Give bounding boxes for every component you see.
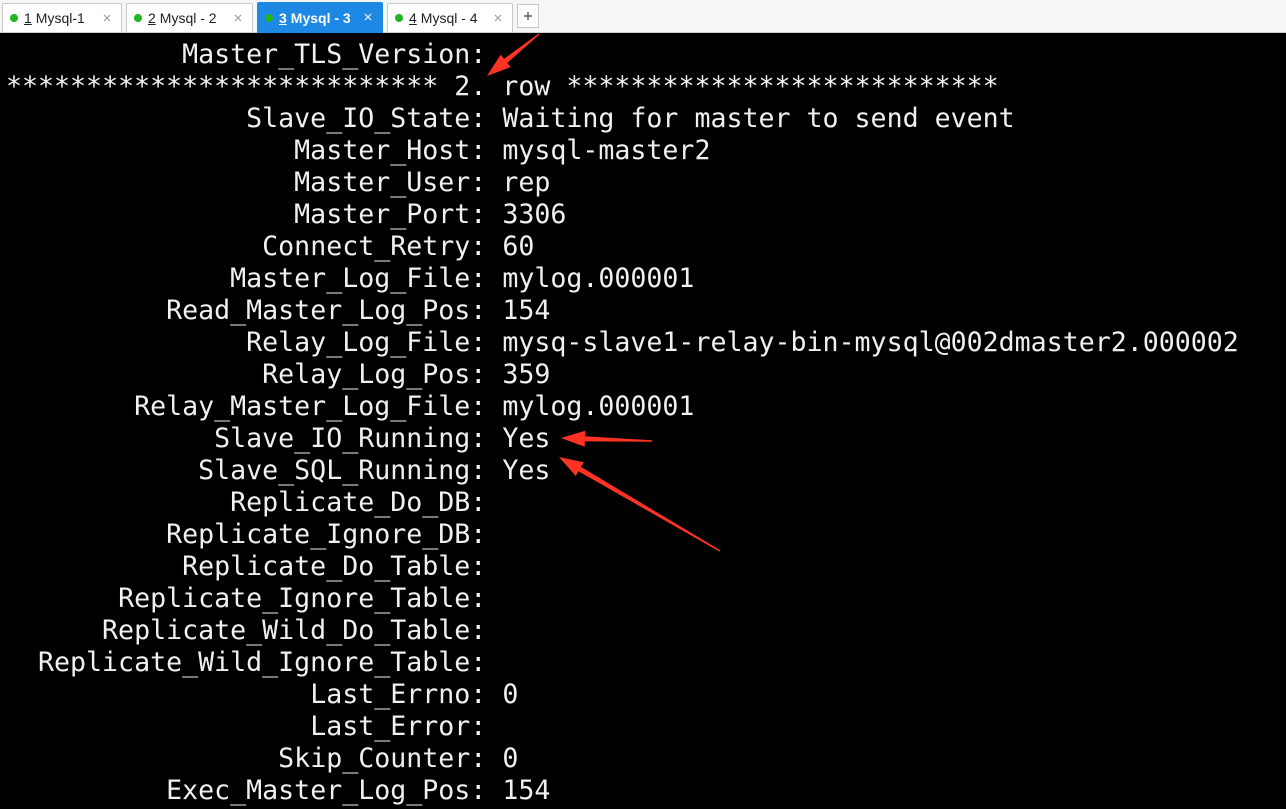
status-row-master-tls-version: Master_TLS_Version: xyxy=(6,39,1286,71)
field-label: Read_Master_Log_Pos: xyxy=(166,295,487,326)
tab-title: Mysql - 2 xyxy=(159,10,217,26)
field-value: Yes xyxy=(502,455,551,486)
tab-number: 1 xyxy=(24,10,32,26)
field-value: mysql-master2 xyxy=(502,135,711,166)
field-label: Connect_Retry: xyxy=(262,231,487,262)
field-value: 359 xyxy=(502,359,551,390)
field-label: Replicate_Ignore_Table: xyxy=(118,583,487,614)
field-label: Slave_SQL_Running: xyxy=(198,455,487,486)
status-row-last-error: Last_Error: xyxy=(6,711,1286,743)
field-label: Replicate_Wild_Ignore_Table: xyxy=(38,647,487,678)
tab-number: 4 xyxy=(409,10,417,26)
status-row-master-host: Master_Host: mysql-master2 xyxy=(6,135,1286,167)
field-label: Replicate_Ignore_DB: xyxy=(166,519,487,550)
field-value: 3306 xyxy=(502,199,567,230)
close-icon[interactable] xyxy=(364,13,372,21)
tab-number: 3 xyxy=(279,10,287,26)
field-value: 60 xyxy=(502,231,535,262)
field-label: Master_Log_File: xyxy=(230,263,487,294)
tab-mysql-1[interactable]: 1 Mysql-1 xyxy=(2,3,122,32)
field-value: mylog.000001 xyxy=(502,263,695,294)
tab-mysql-3[interactable]: 3 Mysql - 3 xyxy=(257,2,383,33)
field-label: Replicate_Do_Table: xyxy=(182,551,487,582)
connected-status-icon xyxy=(395,14,403,22)
field-label: Relay_Master_Log_File: xyxy=(134,391,487,422)
connected-status-icon xyxy=(134,14,142,22)
status-row-skip-counter: Skip_Counter: 0 xyxy=(6,743,1286,775)
status-row-replicate-wild-do-table: Replicate_Wild_Do_Table: xyxy=(6,615,1286,647)
field-label: Last_Errno: xyxy=(310,679,487,710)
status-row-replicate-do-table: Replicate_Do_Table: xyxy=(6,551,1286,583)
field-value: rep xyxy=(502,167,551,198)
field-value: mysq-slave1-relay-bin-mysql@002dmaster2.… xyxy=(502,327,1239,358)
status-row-relay-log-file: Relay_Log_File: mysq-slave1-relay-bin-my… xyxy=(6,327,1286,359)
status-row-replicate-ignore-table: Replicate_Ignore_Table: xyxy=(6,583,1286,615)
field-label: Exec_Master_Log_Pos: xyxy=(166,775,487,806)
status-row-read-master-log-pos: Read_Master_Log_Pos: 154 xyxy=(6,295,1286,327)
field-label: Relay_Log_File: xyxy=(246,327,487,358)
connected-status-icon xyxy=(10,14,18,22)
tab-bar: 1 Mysql-1 2 Mysql - 2 3 Mysql - 3 4 Mysq… xyxy=(0,0,1286,33)
status-row-connect-retry: Connect_Retry: 60 xyxy=(6,231,1286,263)
field-value: 154 xyxy=(502,775,551,806)
tab-title: Mysql-1 xyxy=(35,10,85,26)
status-row-replicate-ignore-db: Replicate_Ignore_DB: xyxy=(6,519,1286,551)
new-tab-button[interactable] xyxy=(517,4,539,28)
status-row-last-errno: Last_Errno: 0 xyxy=(6,679,1286,711)
close-icon[interactable] xyxy=(234,14,242,22)
connected-status-icon xyxy=(265,14,273,22)
status-row-slave-io-state: Slave_IO_State: Waiting for master to se… xyxy=(6,103,1286,135)
tab-number: 2 xyxy=(148,10,156,26)
plus-icon xyxy=(523,11,533,21)
field-label: Master_TLS_Version: xyxy=(182,39,487,70)
field-label: Skip_Counter: xyxy=(278,743,487,774)
status-row-slave-io-running: Slave_IO_Running: Yes xyxy=(6,423,1286,455)
status-row-master-port: Master_Port: 3306 xyxy=(6,199,1286,231)
status-row-replicate-do-db: Replicate_Do_DB: xyxy=(6,487,1286,519)
field-label: Replicate_Wild_Do_Table: xyxy=(102,615,487,646)
field-value: 0 xyxy=(502,679,519,710)
status-row-replicate-wild-ignore-table: Replicate_Wild_Ignore_Table: xyxy=(6,647,1286,679)
field-label: Master_User: xyxy=(294,167,487,198)
field-label: Master_Port: xyxy=(294,199,487,230)
tab-title: Mysql - 3 xyxy=(290,10,351,26)
tab-mysql-2[interactable]: 2 Mysql - 2 xyxy=(126,3,253,32)
field-label: Relay_Log_Pos: xyxy=(262,359,487,390)
terminal-output[interactable]: Master_TLS_Version: ********************… xyxy=(0,33,1286,809)
record-separator-row: *************************** 2. row *****… xyxy=(6,71,1286,103)
status-row-relay-master-log-file: Relay_Master_Log_File: mylog.000001 xyxy=(6,391,1286,423)
field-label: Replicate_Do_DB: xyxy=(230,487,487,518)
close-icon[interactable] xyxy=(103,14,111,22)
field-value: Waiting for master to send event xyxy=(502,103,1015,134)
field-label: Slave_IO_Running: xyxy=(214,423,487,454)
record-separator: *************************** 2. row *****… xyxy=(6,71,999,102)
field-value: Yes xyxy=(502,423,551,454)
field-value: 0 xyxy=(502,743,519,774)
status-row-master-user: Master_User: rep xyxy=(6,167,1286,199)
field-label: Last_Error: xyxy=(310,711,487,742)
status-row-exec-master-log-pos: Exec_Master_Log_Pos: 154 xyxy=(6,775,1286,807)
field-value: mylog.000001 xyxy=(502,391,695,422)
tab-mysql-4[interactable]: 4 Mysql - 4 xyxy=(387,3,513,32)
field-label: Slave_IO_State: xyxy=(246,103,487,134)
close-icon[interactable] xyxy=(494,14,502,22)
status-row-relay-log-pos: Relay_Log_Pos: 359 xyxy=(6,359,1286,391)
status-row-slave-sql-running: Slave_SQL_Running: Yes xyxy=(6,455,1286,487)
field-value: 154 xyxy=(502,295,551,326)
status-row-master-log-file: Master_Log_File: mylog.000001 xyxy=(6,263,1286,295)
field-label: Master_Host: xyxy=(294,135,487,166)
tab-title: Mysql - 4 xyxy=(420,10,478,26)
